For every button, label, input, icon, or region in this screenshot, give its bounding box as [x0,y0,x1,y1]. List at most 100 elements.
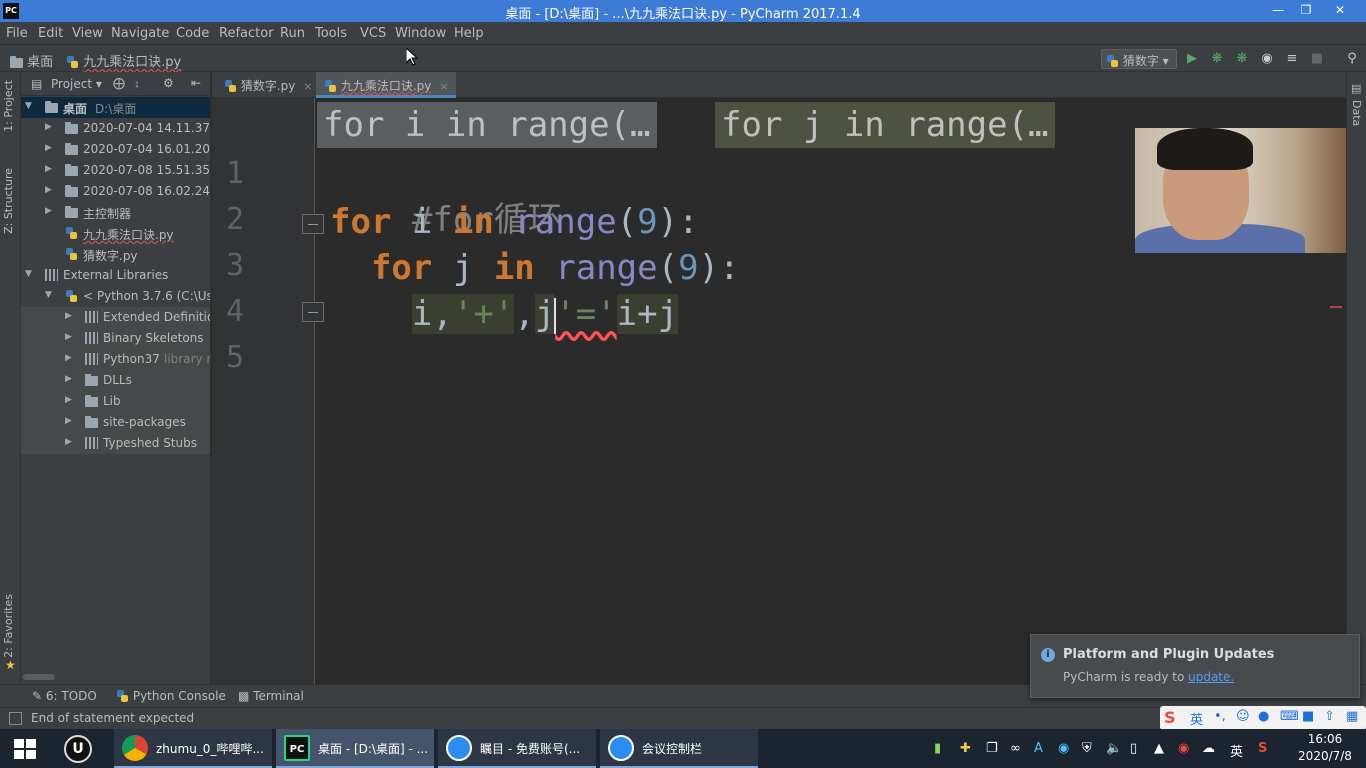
breadcrumb-root[interactable]: 桌面 [10,51,53,70]
emoji-icon[interactable]: ☺ [1236,709,1250,724]
restore-button[interactable]: ❐ [1292,0,1320,22]
code-breadcrumb-inner[interactable]: for j in range(… [715,102,1055,148]
tab-python-console[interactable]: Python Console [116,689,226,703]
network-icon[interactable]: ▯ [1130,741,1137,756]
code-breadcrumb-outer[interactable]: for i in range(… [317,102,657,148]
microphone-icon[interactable]: ● [1258,709,1269,724]
taskbar-zhumu[interactable]: 瞩目 - 免费账号(... [438,729,596,768]
ime-indicator[interactable]: 英 [1230,741,1243,760]
tree-item[interactable]: 九九乘法口诀.py [21,223,210,244]
toolbox-icon[interactable]: ▦ [1346,709,1358,724]
tab-multiplication-table[interactable]: 九九乘法口诀.py × [316,72,457,98]
gear-icon[interactable]: ⚙ [163,76,174,90]
sync-icon[interactable]: ⨁ [113,76,125,90]
menu-vcs[interactable]: VCS [360,26,386,41]
menu-edit[interactable]: Edit [38,26,63,41]
input-method-bar[interactable]: S 英 •, ☺ ● ⌨ ■ ⇧ ▦ [1160,706,1366,730]
menu-code[interactable]: Code [176,26,209,41]
wifi-signal-icon[interactable]: ▲ [1154,741,1164,756]
tab-guess-number[interactable]: 猜数字.py × [216,72,320,98]
breadcrumb-file[interactable]: 九九乘法口诀.py [66,51,181,70]
ime-language[interactable]: 英 [1190,709,1203,728]
string-token: '+' [452,294,515,334]
tree-item[interactable]: ▶ 主控制器 [21,202,210,223]
shield-icon[interactable]: ⛨ [1082,741,1092,756]
menu-run[interactable]: Run [280,26,305,41]
tree-library[interactable]: ▶ Lib [21,391,210,412]
tab-terminal[interactable]: ▩ Terminal [238,689,304,703]
run-configuration-select[interactable]: 猜数字 ▾ [1101,49,1177,69]
tab-todo[interactable]: ✎ 6: TODO [32,689,97,703]
taskbar-meeting-control[interactable]: 会议控制栏 [600,729,758,768]
tree-library[interactable]: ▶ Binary Skeletons [21,328,210,349]
tree-item[interactable]: ▶ 2020-07-08 15.51.35 1 [21,160,210,181]
link-icon[interactable]: ∞ [1010,741,1021,756]
menu-window[interactable]: Window [395,26,446,41]
battery-icon[interactable]: ▮ [934,741,941,756]
tree-item-label: 猜数字.py [83,249,138,263]
taskbar-chrome[interactable]: zhumu_0_哔哩哔... [114,729,272,768]
tab-project[interactable]: 1: Project [2,80,15,132]
close-icon[interactable]: × [439,80,448,93]
close-icon[interactable]: × [303,80,312,93]
tab-favorites[interactable]: 2: Favorites [2,594,15,658]
update-link[interactable]: update. [1188,670,1234,684]
tree-item[interactable]: 猜数字.py [21,244,210,265]
search-icon[interactable]: ⚲ [1344,51,1360,67]
unreal-engine-icon[interactable]: U [64,735,92,763]
menu-tools[interactable]: Tools [315,26,347,41]
fold-marker[interactable] [302,214,324,234]
weather-icon[interactable]: ☁ [1202,741,1215,756]
sogou-tray-icon[interactable]: S [1258,741,1267,756]
line-number: 3 [225,248,244,283]
tab-database[interactable]: Data [1350,100,1363,126]
close-button[interactable]: ✕ [1326,0,1354,22]
tree-library[interactable]: ▶ Typeshed Stubs [21,433,210,454]
horizontal-scrollbar[interactable] [23,674,55,680]
menu-file[interactable]: File [6,26,28,41]
system-clock[interactable]: 16:06 2020/7/8 [1290,731,1360,765]
tree-library[interactable]: ▶ Python37 library r [21,349,210,370]
antivirus-icon[interactable]: ◉ [1178,741,1189,756]
volume-icon[interactable]: 🔈 [1106,741,1122,756]
start-button[interactable] [0,729,50,768]
stop-icon[interactable]: ■ [1309,51,1325,67]
menu-help[interactable]: Help [454,26,484,41]
tree-item-label: 九九乘法口诀.py [83,228,174,242]
error-stripe-marker[interactable] [1330,306,1342,308]
project-view-select[interactable]: Project ▾ [51,77,102,91]
tree-library[interactable]: ▶ site-packages [21,412,210,433]
plus-icon[interactable]: ✚ [960,741,971,756]
window-icon[interactable]: ❐ [986,741,998,756]
menu-navigate[interactable]: Navigate [111,26,169,41]
taskbar-pycharm[interactable]: PC 桌面 - [D:\桌面] - ... [276,729,434,768]
tree-library[interactable]: ▶ DLLs [21,370,210,391]
update-notification[interactable]: i Platform and Plugin Updates PyCharm is… [1030,634,1360,698]
menu-view[interactable]: View [72,26,103,41]
tree-root[interactable]: ▼ 桌面 D:\桌面 [21,97,210,118]
tree-item[interactable]: ▶ 2020-07-04 14.11.37 1 [21,118,210,139]
menu-refactor[interactable]: Refactor [219,26,274,41]
run-coverage-icon[interactable]: ❋ [1234,51,1250,67]
tree-external-libraries[interactable]: ▼ External Libraries [21,265,210,286]
app-a-icon[interactable]: A [1034,741,1043,756]
fold-marker[interactable] [302,302,324,322]
zhumu-tray-icon[interactable]: ◉ [1058,741,1069,756]
minimize-button[interactable]: — [1264,0,1292,22]
tree-item[interactable]: ▶ 2020-07-08 16.02.24 1 [21,181,210,202]
tree-library[interactable]: ▶ Extended Definitio [21,307,210,328]
upload-icon[interactable]: ⇧ [1324,709,1335,724]
concurrency-icon[interactable]: ≡ [1284,51,1300,67]
debug-icon[interactable]: ❋ [1209,51,1225,67]
keyboard-icon[interactable]: ⌨ [1280,709,1299,724]
tab-structure[interactable]: Z: Structure [2,168,15,234]
run-icon[interactable]: ▶ [1184,51,1200,67]
hide-panel-icon[interactable]: ⇤ [191,76,201,90]
punctuation-icon[interactable]: •, [1214,709,1226,724]
tree-python-sdk[interactable]: ▼ < Python 3.7.6 (C:\Use [21,286,210,307]
collapse-icon[interactable]: ⨟ [135,76,139,91]
tool-windows-toggle-icon[interactable] [9,712,22,725]
tree-item[interactable]: ▶ 2020-07-04 16.01.20 1 [21,139,210,160]
skin-icon[interactable]: ■ [1302,709,1314,724]
profile-icon[interactable]: ◉ [1259,51,1275,67]
